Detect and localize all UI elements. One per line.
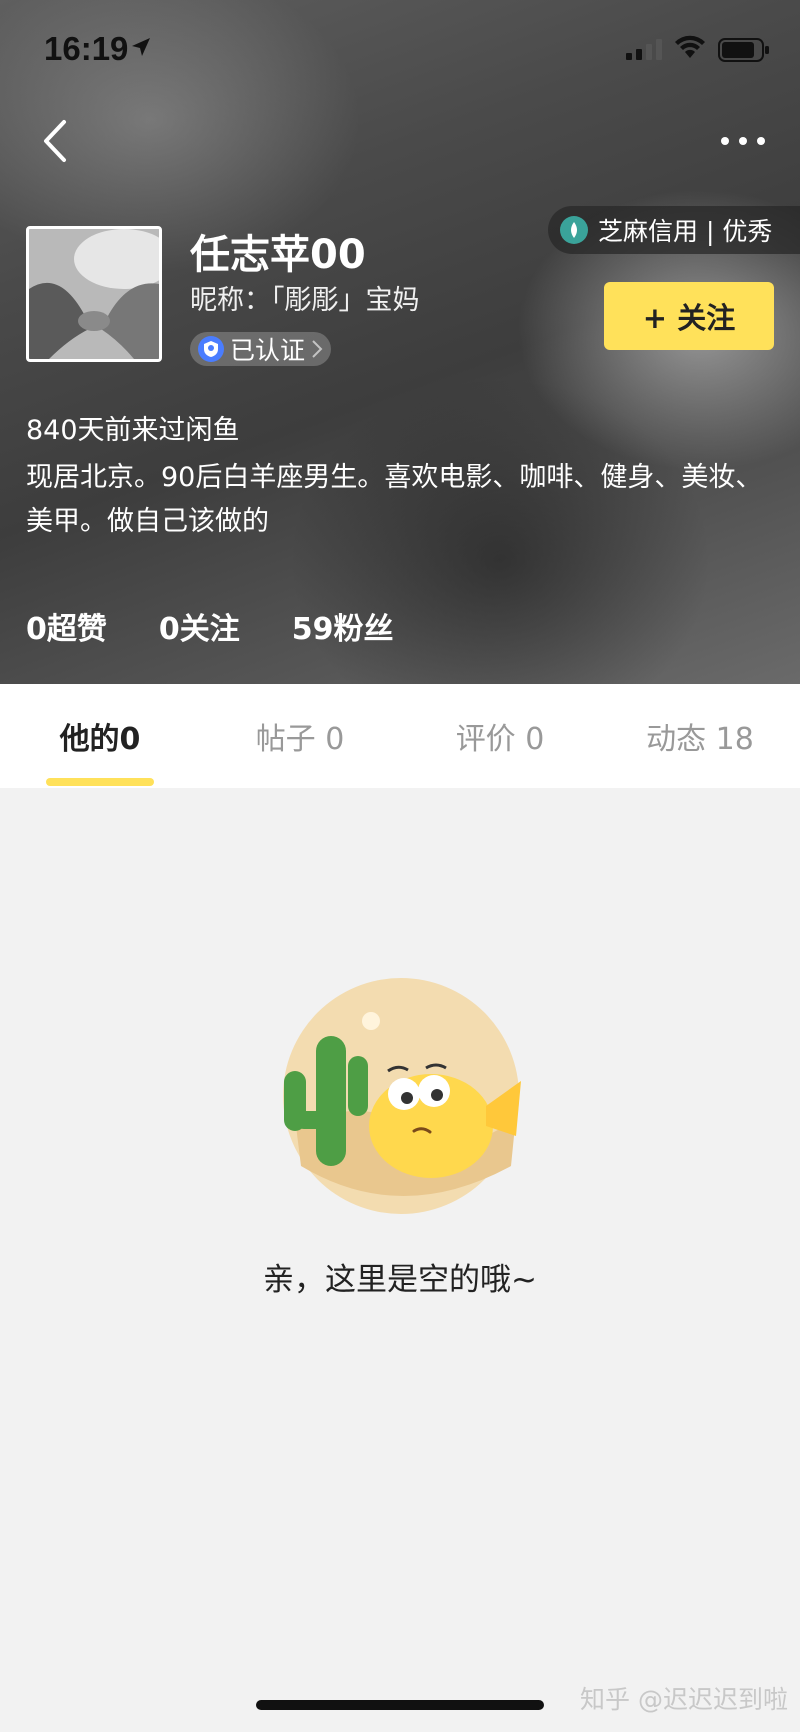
- wifi-icon: [675, 35, 705, 58]
- verified-label: 已认证: [230, 336, 306, 365]
- stats-row: 0超赞 0关注 59粉丝: [26, 604, 394, 648]
- more-options-icon[interactable]: [718, 128, 768, 154]
- active-tab-indicator: [46, 778, 154, 786]
- bio-text: 现居北京。90后白羊座男生。喜欢电影、咖啡、健身、美妆、美甲。做自己该做的: [26, 462, 763, 537]
- fans-count[interactable]: 59粉丝: [292, 604, 394, 648]
- cellular-signal-icon: [626, 39, 662, 60]
- sesame-credit-text: 芝麻信用 | 优秀: [598, 217, 773, 246]
- empty-state-fish-cactus-illustration: [283, 978, 521, 1214]
- profile-header: 16:19 任志苹00 昵称：「彫彫」宝妈 已认证 芝麻信用 | 优秀 + 关注…: [0, 0, 800, 684]
- status-time: 16:19: [44, 30, 129, 67]
- following-count[interactable]: 0关注: [159, 604, 240, 648]
- empty-state-message: 亲，这里是空的哦~: [263, 1262, 537, 1298]
- tab-reviews[interactable]: 评价 0: [400, 684, 600, 788]
- home-indicator[interactable]: [256, 1700, 544, 1710]
- avatar[interactable]: [26, 226, 162, 362]
- last-visit-text: 840天前来过闲鱼: [26, 415, 240, 446]
- watermark: 知乎 @迟迟迟到啦: [580, 1685, 788, 1714]
- likes-count[interactable]: 0超赞: [26, 604, 107, 648]
- username: 任志苹00: [190, 232, 366, 278]
- tab-his-items[interactable]: 他的0: [0, 684, 200, 788]
- location-arrow-icon: [132, 38, 150, 56]
- status-bar: 16:19: [0, 0, 800, 100]
- follow-button[interactable]: + 关注: [604, 282, 774, 350]
- battery-icon: [718, 38, 769, 62]
- chevron-right-icon: [312, 340, 323, 358]
- sesame-credit-badge[interactable]: 芝麻信用 | 优秀: [548, 206, 800, 254]
- sesame-credit-icon: [560, 216, 588, 244]
- verified-badge[interactable]: 已认证: [190, 332, 332, 366]
- tab-activity[interactable]: 动态 18: [600, 684, 800, 788]
- back-chevron-icon[interactable]: [36, 116, 76, 166]
- tab-posts[interactable]: 帖子 0: [200, 684, 400, 788]
- nickname: 昵称：「彫彫」宝妈: [190, 285, 420, 316]
- verified-shield-icon: [198, 336, 224, 362]
- profile-tabs: 他的0 帖子 0 评价 0 动态 18: [0, 684, 800, 788]
- avatar-hands-image: [29, 229, 159, 359]
